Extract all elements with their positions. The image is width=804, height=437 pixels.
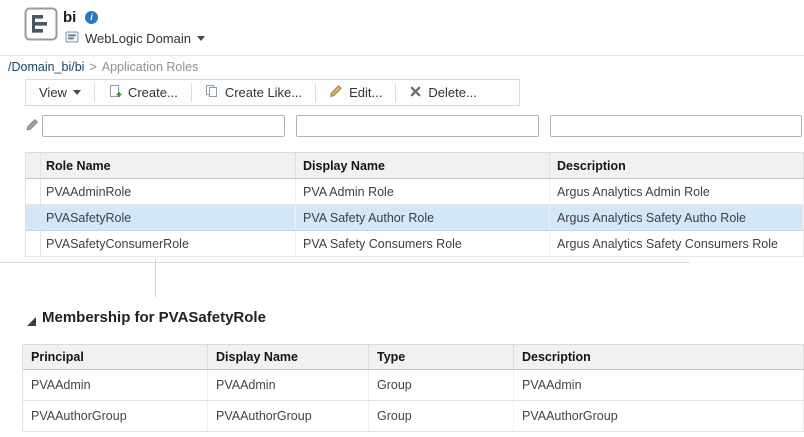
cell-type: Group (369, 370, 514, 400)
cell-role-name: PVASafetyRole (41, 205, 296, 230)
weblogic-domain-menu-label: WebLogic Domain (85, 31, 191, 46)
cell-description: PVAAdmin (514, 370, 804, 400)
membership-table: Principal Display Name Type Description … (22, 344, 804, 432)
create-like-button[interactable]: Create Like... (192, 80, 315, 105)
column-header-description[interactable]: Description (550, 153, 804, 178)
column-header-display-name[interactable]: Display Name (208, 345, 369, 369)
cell-display-name: PVA Safety Consumers Role (296, 231, 550, 256)
weblogic-domain-target-icon (24, 7, 58, 41)
edit-label: Edit... (349, 85, 382, 100)
chevron-down-icon (197, 36, 205, 41)
filter-input-role-name[interactable] (42, 115, 285, 137)
query-by-example-icon[interactable] (26, 118, 39, 131)
view-menu-button[interactable]: View (26, 80, 94, 105)
row-selector-gutter (26, 231, 41, 256)
table-row[interactable]: PVASafetyConsumerRole PVA Safety Consume… (26, 231, 804, 257)
edit-icon (329, 84, 343, 101)
row-selector-gutter (26, 153, 41, 178)
create-icon (108, 84, 122, 101)
breadcrumb: /Domain_bi/bi > Application Roles (0, 55, 804, 78)
membership-table-header: Principal Display Name Type Description (23, 344, 804, 370)
cell-display-name: PVAAuthorGroup (208, 401, 369, 431)
column-header-principal[interactable]: Principal (23, 345, 208, 369)
view-menu-label: View (39, 85, 67, 100)
disclosure-triangle-icon[interactable] (27, 317, 36, 326)
row-selector-gutter (26, 205, 41, 230)
create-label: Create... (128, 85, 178, 100)
roles-table-header: Role Name Display Name Description (26, 152, 804, 179)
create-like-label: Create Like... (225, 85, 302, 100)
breadcrumb-separator: > (89, 60, 96, 74)
application-roles-table: Role Name Display Name Description PVAAd… (25, 152, 804, 257)
membership-section-title: Membership for PVASafetyRole (42, 309, 266, 326)
create-like-icon (205, 84, 219, 101)
page-title: bi (63, 9, 76, 26)
cell-display-name: PVA Safety Author Role (296, 205, 550, 230)
cell-display-name: PVA Admin Role (296, 179, 550, 204)
cell-type: Group (369, 401, 514, 431)
cell-display-name: PVAAdmin (208, 370, 369, 400)
cell-role-name: PVAAdminRole (41, 179, 296, 204)
weblogic-domain-icon (65, 30, 79, 47)
column-header-role-name[interactable]: Role Name (41, 153, 296, 178)
column-header-type[interactable]: Type (369, 345, 514, 369)
filter-input-description[interactable] (550, 115, 802, 137)
create-button[interactable]: Create... (95, 80, 191, 105)
table-row-selected[interactable]: PVASafetyRole PVA Safety Author Role Arg… (26, 205, 804, 231)
weblogic-domain-menu[interactable]: WebLogic Domain (65, 29, 205, 47)
delete-button[interactable]: Delete... (396, 80, 489, 105)
cell-description: Argus Analytics Admin Role (550, 179, 804, 204)
cell-principal: PVAAuthorGroup (23, 401, 208, 431)
roles-toolbar: View Create... Create Like... (25, 79, 520, 106)
application-roles-page: bi i WebLogic Domain /Domain_bi/bi > App… (0, 0, 804, 437)
delete-icon (409, 85, 422, 101)
region-border (0, 262, 690, 263)
table-row[interactable]: PVAAdmin PVAAdmin Group PVAAdmin (23, 370, 804, 401)
table-row[interactable]: PVAAdminRole PVA Admin Role Argus Analyt… (26, 179, 804, 205)
column-header-description[interactable]: Description (514, 345, 804, 369)
table-row[interactable]: PVAAuthorGroup PVAAuthorGroup Group PVAA… (23, 401, 804, 432)
cell-role-name: PVASafetyConsumerRole (41, 231, 296, 256)
delete-label: Delete... (428, 85, 476, 100)
info-icon[interactable]: i (85, 11, 98, 24)
edit-button[interactable]: Edit... (316, 80, 395, 105)
row-selector-gutter (26, 179, 41, 204)
column-header-display-name[interactable]: Display Name (296, 153, 550, 178)
chevron-down-icon (73, 90, 81, 95)
cell-description: Argus Analytics Safety Consumers Role (550, 231, 804, 256)
breadcrumb-current: Application Roles (102, 60, 199, 74)
cell-description: Argus Analytics Safety Autho Role (550, 205, 804, 230)
breadcrumb-link[interactable]: /Domain_bi/bi (8, 60, 84, 74)
cell-description: PVAAuthorGroup (514, 401, 804, 431)
filter-input-display-name[interactable] (296, 115, 539, 137)
panel-splitter-line (155, 259, 156, 297)
cell-principal: PVAAdmin (23, 370, 208, 400)
